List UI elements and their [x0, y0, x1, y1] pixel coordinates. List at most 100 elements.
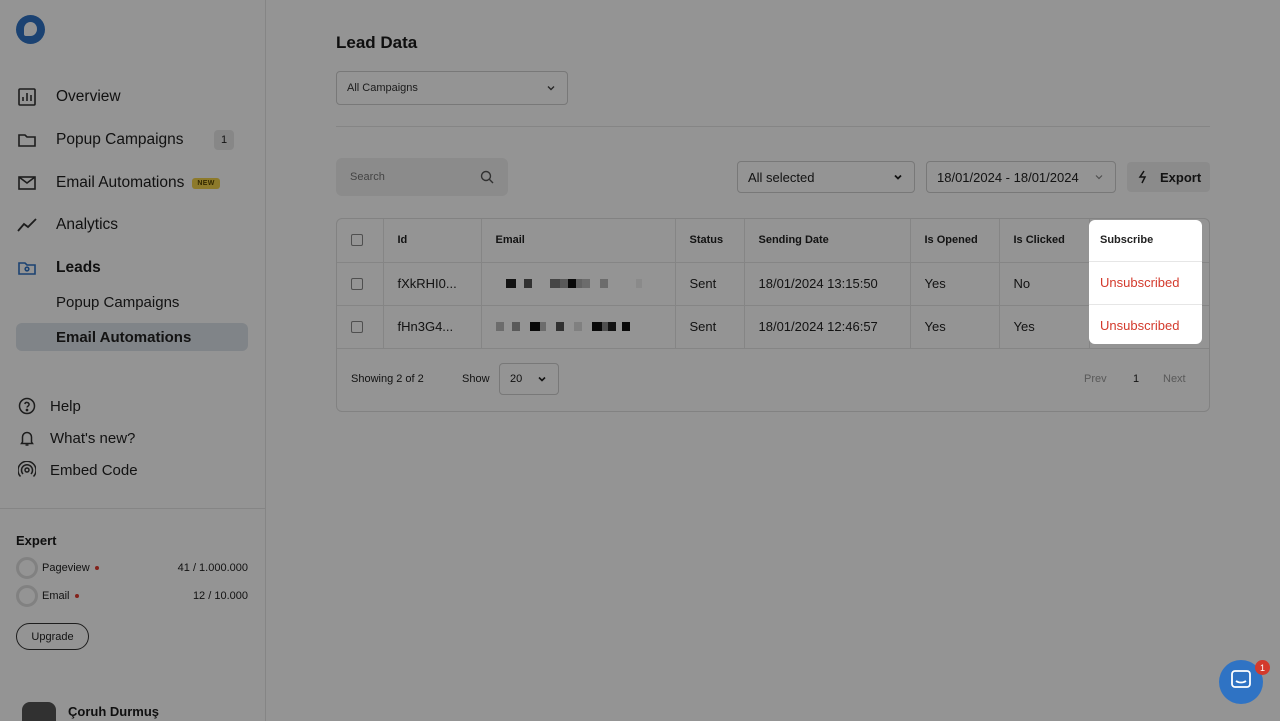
is-clicked-cell: No	[999, 262, 1090, 306]
sidebar-subitem-email-automations[interactable]: Email Automations	[16, 323, 248, 351]
sidebar-divider	[0, 508, 266, 509]
email-cell-redacted	[481, 262, 676, 306]
upgrade-button[interactable]: Upgrade	[16, 623, 89, 650]
next-page-button[interactable]: Next	[1163, 373, 1186, 385]
leads-folder-icon	[16, 257, 38, 279]
id-cell: fHn3G4...	[383, 305, 482, 349]
search-input[interactable]	[350, 171, 470, 183]
app-logo[interactable]	[16, 15, 45, 44]
column-header-is-clicked[interactable]: Is Clicked	[999, 219, 1090, 263]
sidebar-item-label: What's new?	[50, 429, 136, 447]
new-badge: NEW	[192, 177, 220, 189]
embed-icon	[18, 461, 36, 479]
page-size-value: 20	[510, 373, 523, 385]
sidebar-item-help[interactable]: Help	[18, 397, 81, 415]
campaign-select[interactable]: All Campaigns	[336, 71, 568, 105]
sidebar-item-label: Email Automations	[56, 174, 185, 191]
is-opened-cell: Yes	[910, 305, 1000, 349]
avatar[interactable]	[22, 702, 56, 721]
sending-date-cell: 18/01/2024 12:46:57	[744, 305, 911, 349]
is-opened-cell: Yes	[910, 262, 1000, 306]
page-title: Lead Data	[336, 33, 418, 52]
column-header-id[interactable]: Id	[383, 219, 482, 263]
user-name: Çoruh Durmuş	[68, 704, 159, 719]
status-filter-value: All selected	[748, 169, 815, 185]
column-header-status[interactable]: Status	[675, 219, 745, 263]
subscribe-cell[interactable]: Unsubscribed	[1100, 318, 1180, 333]
sidebar-item-leads[interactable]: Leads	[16, 253, 101, 283]
count-badge: 1	[214, 130, 234, 150]
subscribe-column-highlight: Subscribe Unsubscribed Unsubscribed	[1089, 220, 1202, 344]
export-label: Export	[1160, 169, 1202, 185]
sidebar-item-label: Leads	[56, 259, 101, 276]
sidebar-item-email-automations[interactable]: Email Automations NEW	[16, 168, 220, 198]
chat-icon	[1230, 669, 1252, 696]
usage-ring-icon	[16, 557, 38, 579]
date-range-picker[interactable]: 18/01/2024 - 18/01/2024	[926, 161, 1116, 193]
show-label: Show	[462, 373, 490, 385]
pageview-usage: Pageview 41 / 1.000.000	[16, 557, 248, 579]
sidebar-item-label: Analytics	[56, 216, 119, 233]
mail-icon	[16, 172, 38, 194]
campaign-select-value: All Campaigns	[347, 82, 418, 94]
status-cell: Sent	[675, 262, 745, 306]
select-all-cell	[337, 219, 384, 263]
export-icon	[1136, 170, 1150, 184]
chart-icon	[16, 86, 38, 108]
page-number-button[interactable]: 1	[1133, 373, 1139, 385]
redacted-email	[496, 279, 661, 289]
sidebar-item-overview[interactable]: Overview	[16, 82, 121, 112]
chat-notification-badge: 1	[1255, 660, 1270, 675]
sending-date-cell: 18/01/2024 13:15:50	[744, 262, 911, 306]
status-cell: Sent	[675, 305, 745, 349]
status-filter-select[interactable]: All selected	[737, 161, 915, 193]
alert-dot-icon	[94, 566, 99, 570]
id-cell: fXkRHI0...	[383, 262, 482, 306]
chevron-down-icon	[892, 171, 904, 183]
row-checkbox[interactable]	[351, 277, 363, 290]
sidebar-item-label: Overview	[56, 88, 121, 105]
sidebar-item-label: Help	[50, 397, 81, 415]
export-button[interactable]: Export	[1127, 162, 1210, 192]
plan-title: Expert	[16, 533, 57, 548]
usage-value: 41 / 1.000.000	[177, 562, 248, 574]
column-header-is-opened[interactable]: Is Opened	[910, 219, 1000, 263]
sidebar: Overview Popup Campaigns 1 Email Automat…	[0, 0, 266, 721]
is-clicked-cell: Yes	[999, 305, 1090, 349]
search-icon[interactable]	[480, 170, 494, 184]
row-select-cell	[337, 262, 384, 306]
sidebar-item-label: Popup Campaigns	[56, 131, 184, 148]
usage-label: Email	[42, 590, 70, 602]
chevron-down-icon	[545, 82, 557, 94]
select-all-checkbox[interactable]	[351, 234, 363, 247]
sidebar-item-embed-code[interactable]: Embed Code	[18, 461, 138, 479]
sidebar-item-label: Embed Code	[50, 461, 138, 479]
row-checkbox[interactable]	[351, 320, 363, 333]
divider	[1089, 261, 1202, 262]
date-range-value: 18/01/2024 - 18/01/2024	[937, 169, 1079, 185]
sidebar-subitem-popup-campaigns[interactable]: Popup Campaigns	[56, 294, 179, 311]
search-box[interactable]	[336, 158, 508, 196]
column-header-subscribe[interactable]: Subscribe	[1100, 234, 1153, 246]
row-select-cell	[337, 305, 384, 349]
sidebar-item-analytics[interactable]: Analytics	[16, 210, 118, 240]
folder-icon	[16, 129, 38, 151]
email-usage: Email 12 / 10.000	[16, 585, 248, 607]
chevron-down-icon	[536, 373, 548, 385]
table-header-row: Id Email Status Sending Date Is Opened I…	[337, 219, 1209, 263]
sidebar-item-label: Email Automations	[56, 328, 192, 346]
page-size-select[interactable]: 20	[499, 363, 559, 395]
prev-page-button[interactable]: Prev	[1084, 373, 1107, 385]
divider	[336, 126, 1210, 127]
column-header-sending-date[interactable]: Sending Date	[744, 219, 911, 263]
sidebar-item-whats-new[interactable]: What's new?	[18, 429, 135, 447]
usage-label: Pageview	[42, 562, 90, 574]
column-header-email[interactable]: Email	[481, 219, 676, 263]
table-row[interactable]: fHn3G4... Sent 18/01/2024 12:46:57 Yes Y…	[337, 305, 1209, 349]
sidebar-item-popup-campaigns[interactable]: Popup Campaigns 1	[16, 125, 248, 155]
redacted-email	[495, 322, 661, 332]
usage-value: 12 / 10.000	[192, 590, 248, 602]
subscribe-cell[interactable]: Unsubscribed	[1100, 275, 1180, 290]
trend-icon	[16, 214, 38, 236]
table-row[interactable]: fXkRHI0... Sent 18/01/2024 13:15:50 Yes …	[337, 262, 1209, 306]
